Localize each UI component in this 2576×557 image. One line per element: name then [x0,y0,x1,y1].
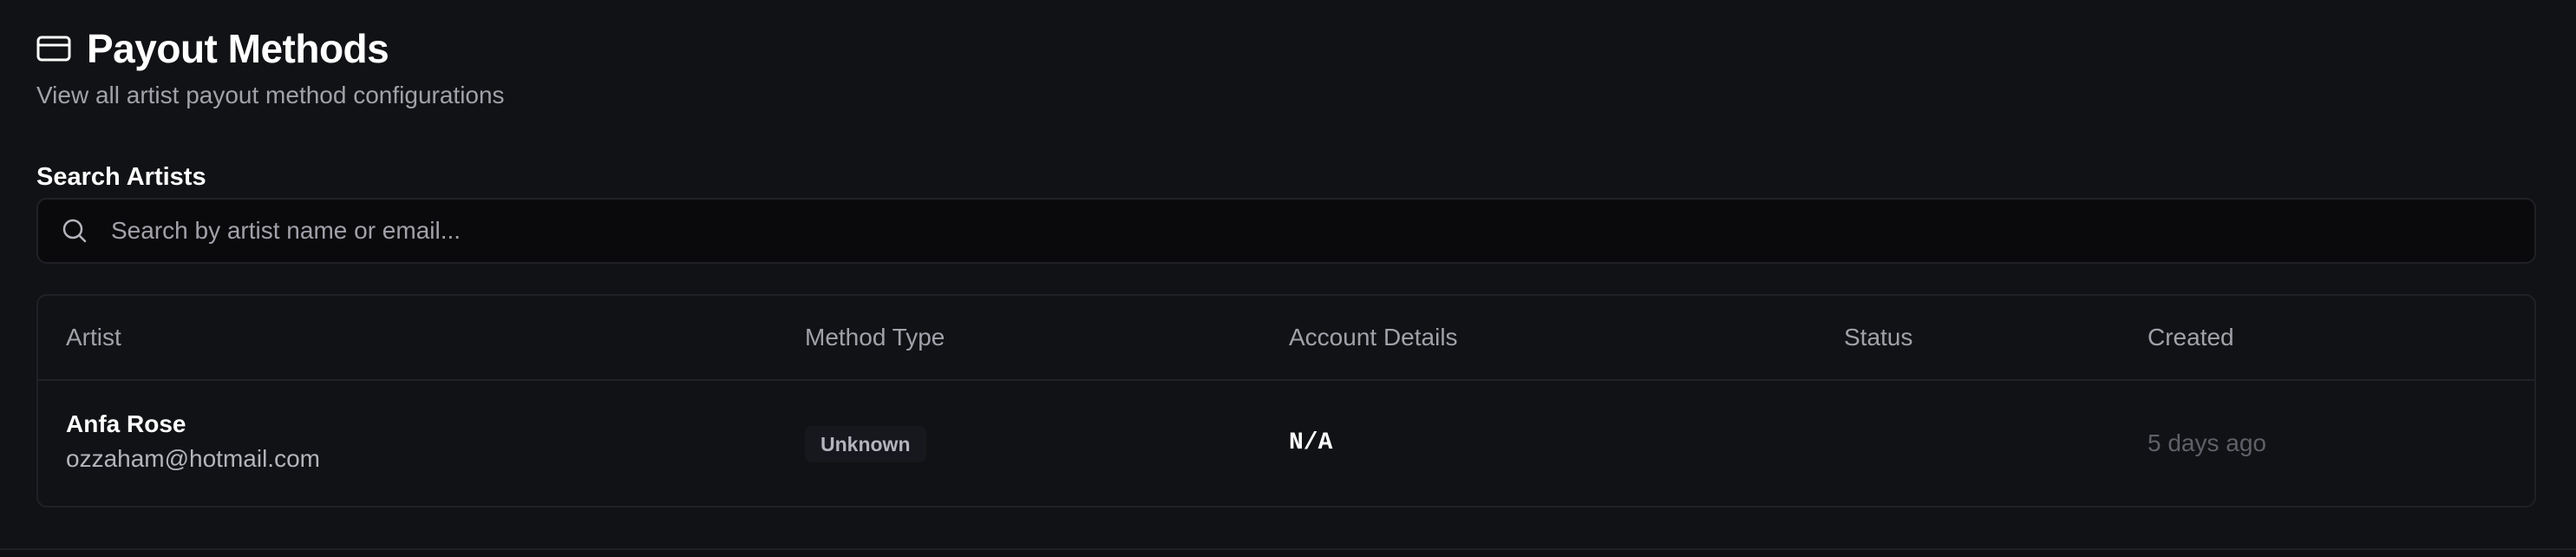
page-title: Payout Methods [87,26,389,71]
column-header-created[interactable]: Created [2148,296,2234,379]
search-input[interactable] [109,216,2534,246]
search-box[interactable] [36,198,2536,264]
column-header-method-type[interactable]: Method Type [805,296,945,379]
account-details-value: N/A [1289,429,1333,456]
payout-methods-page: Payout Methods View all artist payout me… [0,0,2576,550]
method-type-badge: Unknown [805,426,926,462]
artist-email: ozzaham@hotmail.com [66,445,320,472]
column-header-account-details[interactable]: Account Details [1289,296,1458,379]
page-subtitle: View all artist payout method configurat… [36,82,505,108]
table-header: Artist Method Type Account Details Statu… [38,296,2534,381]
search-icon [57,213,92,248]
created-value: 5 days ago [2148,429,2266,456]
search-label: Search Artists [36,163,206,191]
status-value [1844,428,2017,459]
column-header-status[interactable]: Status [1844,296,1912,379]
column-header-artist[interactable]: Artist [66,296,121,379]
artist-name: Anfa Rose [66,410,186,437]
payout-methods-table: Artist Method Type Account Details Statu… [36,294,2536,508]
table-row[interactable]: Anfa Rose ozzaham@hotmail.com Unknown N/… [38,381,2534,506]
page-header: Payout Methods [36,23,389,75]
credit-card-icon [36,36,71,62]
